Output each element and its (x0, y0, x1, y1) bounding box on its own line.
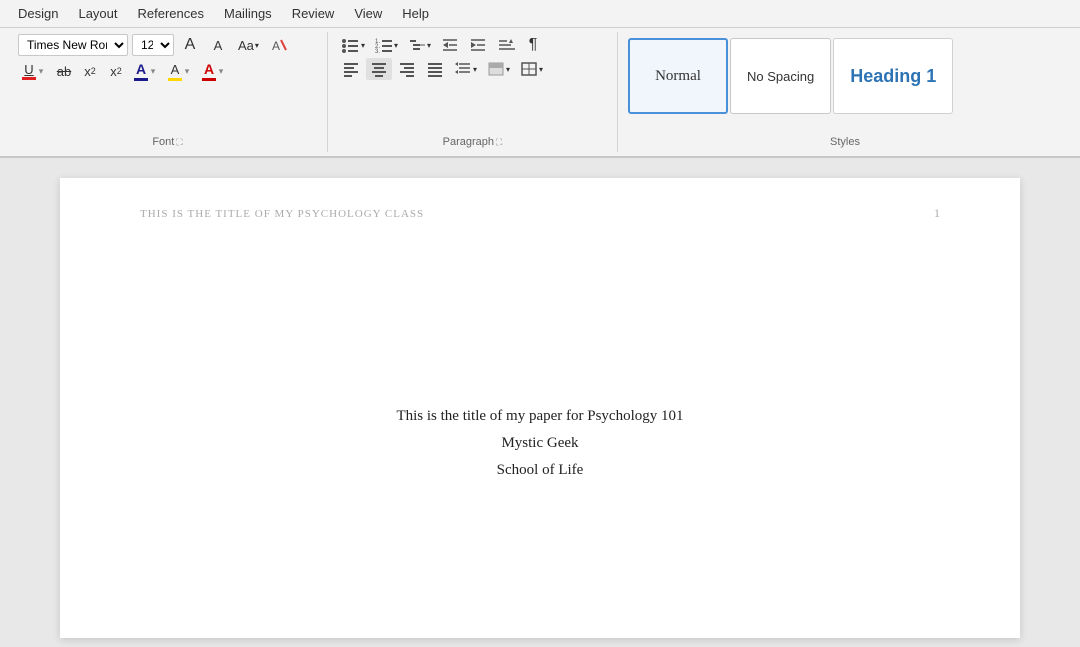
paragraph-section: ▾ 1.2.3. ▾ ▾ ¶ (328, 32, 618, 152)
menu-layout[interactable]: Layout (68, 2, 127, 25)
line-spacing-button[interactable]: ▾ (450, 58, 481, 80)
menu-view[interactable]: View (344, 2, 392, 25)
clear-formatting-button[interactable]: A (267, 34, 291, 56)
change-case-button[interactable]: Aa▾ (234, 34, 263, 56)
styles-cards: Normal No Spacing Heading 1 (628, 38, 1062, 114)
author-name: Mystic Geek (501, 435, 578, 452)
font-color-button[interactable]: A ▾ (130, 60, 162, 82)
paragraph-controls: ▾ 1.2.3. ▾ ▾ ¶ (338, 34, 547, 132)
document-header: THIS IS THE TITLE OF MY PSYCHOLOGY CLASS… (140, 206, 940, 221)
styles-section: Normal No Spacing Heading 1 Styles (618, 32, 1072, 152)
document-header-title: THIS IS THE TITLE OF MY PSYCHOLOGY CLASS (140, 208, 424, 220)
document-area: THIS IS THE TITLE OF MY PSYCHOLOGY CLASS… (0, 158, 1080, 647)
styles-controls: Normal No Spacing Heading 1 (628, 34, 1062, 114)
menu-references[interactable]: References (128, 2, 214, 25)
institution-name: School of Life (497, 462, 584, 479)
align-center-button[interactable] (366, 58, 392, 80)
font-family-select[interactable]: Times New Roman (18, 34, 128, 56)
font-controls: Times New Roman 12 A A Aa▾ A U (18, 34, 291, 132)
style-heading1-label: Heading 1 (850, 66, 936, 87)
decrease-indent-button[interactable] (437, 34, 463, 56)
increase-indent-button[interactable] (465, 34, 491, 56)
font-shrink-button[interactable]: A (206, 34, 230, 56)
font-section-label: Font ⛶ (18, 132, 317, 148)
svg-text:3.: 3. (375, 49, 380, 53)
para-row2: ▾ ▾ ▾ (338, 58, 547, 80)
font-expand-icon[interactable]: ⛶ (176, 137, 182, 148)
highlight-button[interactable]: A ▾ (164, 60, 196, 82)
style-nospacing-card[interactable]: No Spacing (730, 38, 831, 114)
bullet-list-button[interactable]: ▾ (338, 34, 369, 56)
subscript-button[interactable]: x2 (78, 60, 102, 82)
menu-mailings[interactable]: Mailings (214, 2, 282, 25)
menu-review[interactable]: Review (282, 2, 345, 25)
style-heading1-card[interactable]: Heading 1 (833, 38, 953, 114)
paper-title: This is the title of my paper for Psycho… (396, 408, 683, 425)
menu-help[interactable]: Help (392, 2, 439, 25)
document-body: This is the title of my paper for Psycho… (140, 408, 940, 479)
ribbon: Times New Roman 12 A A Aa▾ A U (0, 28, 1080, 158)
paragraph-expand-icon[interactable]: ⛶ (496, 137, 502, 148)
shading-button[interactable]: ▾ (483, 58, 514, 80)
style-normal-label: Normal (655, 68, 701, 85)
page-number: 1 (934, 206, 940, 221)
document-page: THIS IS THE TITLE OF MY PSYCHOLOGY CLASS… (60, 178, 1020, 638)
font-color-red-button[interactable]: A ▾ (198, 60, 230, 82)
superscript-button[interactable]: x2 (104, 60, 128, 82)
font-section: Times New Roman 12 A A Aa▾ A U (8, 32, 328, 152)
font-row1: Times New Roman 12 A A Aa▾ A (18, 34, 291, 56)
multilevel-list-button[interactable]: ▾ (404, 34, 435, 56)
underline-button[interactable]: U ▾ (18, 60, 50, 82)
svg-text:A: A (272, 39, 280, 53)
align-right-button[interactable] (394, 58, 420, 80)
para-row1: ▾ 1.2.3. ▾ ▾ ¶ (338, 34, 547, 56)
strikethrough-button[interactable]: ab (52, 60, 76, 82)
styles-section-label: Styles (628, 132, 1062, 148)
align-left-button[interactable] (338, 58, 364, 80)
font-row2: U ▾ ab x2 x2 A ▾ (18, 60, 291, 82)
borders-button[interactable]: ▾ (516, 58, 547, 80)
numbered-list-button[interactable]: 1.2.3. ▾ (371, 34, 402, 56)
justify-button[interactable] (422, 58, 448, 80)
font-size-select[interactable]: 12 (132, 34, 174, 56)
show-paragraph-button[interactable]: ¶ (521, 34, 545, 56)
paragraph-section-label: Paragraph ⛶ (338, 132, 607, 148)
menu-bar: Design Layout References Mailings Review… (0, 0, 1080, 28)
sort-button[interactable] (493, 34, 519, 56)
style-nospacing-label: No Spacing (747, 69, 814, 84)
menu-design[interactable]: Design (8, 2, 68, 25)
font-grow-button[interactable]: A (178, 34, 202, 56)
style-normal-card[interactable]: Normal (628, 38, 728, 114)
